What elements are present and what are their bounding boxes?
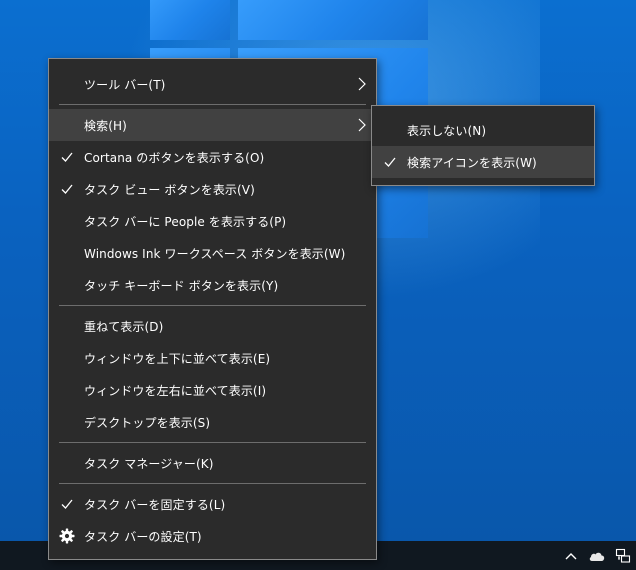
chevron-up-icon[interactable]: [562, 547, 580, 565]
checkmark-icon: [61, 499, 73, 509]
menu-item-stack-windows[interactable]: ウィンドウを上下に並べて表示(E): [49, 342, 376, 374]
menu-item-label: Cortana のボタンを表示する(O): [84, 150, 265, 165]
gear-icon: [59, 528, 75, 544]
windows-logo-pane-top-left: [150, 0, 230, 40]
menu-item-label: タスク ビュー ボタンを表示(V): [84, 182, 255, 197]
menu-item-task-manager[interactable]: タスク マネージャー(K): [49, 447, 376, 479]
checkmark-icon: [384, 157, 396, 167]
menu-item-show-people[interactable]: タスク バーに People を表示する(P): [49, 205, 376, 237]
menu-item-label: ウィンドウを上下に並べて表示(E): [84, 351, 271, 366]
menu-item-side-by-side-windows[interactable]: ウィンドウを左右に並べて表示(I): [49, 374, 376, 406]
menu-item-search-hidden[interactable]: 表示しない(N): [372, 114, 594, 146]
checkmark-icon: [61, 184, 73, 194]
menu-item-label: 検索(H): [84, 118, 127, 133]
menu-item-show-touch-keyboard-button[interactable]: タッチ キーボード ボタンを表示(Y): [49, 269, 376, 301]
checkmark-icon: [61, 152, 73, 162]
onedrive-cloud-icon[interactable]: [588, 547, 606, 565]
system-tray: [562, 541, 632, 570]
network-icon[interactable]: [614, 547, 632, 565]
menu-item-label: 表示しない(N): [407, 123, 487, 138]
menu-item-label: デスクトップを表示(S): [84, 415, 211, 430]
menu-item-taskbar-settings[interactable]: タスク バーの設定(T): [49, 520, 376, 552]
taskbar-context-menu: ツール バー(T) 検索(H) Cortana のボタンを表示する(O) タスク…: [48, 58, 377, 560]
search-submenu: 表示しない(N) 検索アイコンを表示(W): [371, 105, 595, 186]
menu-item-label: タスク バーの設定(T): [84, 529, 202, 544]
menu-item-label: Windows Ink ワークスペース ボタンを表示(W): [84, 246, 346, 261]
menu-item-label: タスク バーに People を表示する(P): [84, 214, 287, 229]
menu-separator: [59, 305, 366, 306]
menu-item-lock-taskbar[interactable]: タスク バーを固定する(L): [49, 488, 376, 520]
menu-item-label: ツール バー(T): [84, 77, 166, 92]
menu-item-show-search-icon[interactable]: 検索アイコンを表示(W): [372, 146, 594, 178]
menu-separator: [59, 483, 366, 484]
chevron-right-icon: [358, 77, 366, 91]
menu-item-label: タッチ キーボード ボタンを表示(Y): [84, 278, 279, 293]
menu-separator: [59, 104, 366, 105]
menu-item-search[interactable]: 検索(H): [49, 109, 376, 141]
menu-item-show-desktop[interactable]: デスクトップを表示(S): [49, 406, 376, 438]
menu-item-show-cortana-button[interactable]: Cortana のボタンを表示する(O): [49, 141, 376, 173]
menu-item-cascade-windows[interactable]: 重ねて表示(D): [49, 310, 376, 342]
windows-logo-pane-top-right: [238, 0, 428, 40]
menu-item-label: タスク バーを固定する(L): [84, 497, 226, 512]
menu-item-label: 重ねて表示(D): [84, 319, 164, 334]
menu-item-label: 検索アイコンを表示(W): [407, 155, 537, 170]
chevron-right-icon: [358, 118, 366, 132]
menu-item-label: ウィンドウを左右に並べて表示(I): [84, 383, 267, 398]
menu-item-show-task-view-button[interactable]: タスク ビュー ボタンを表示(V): [49, 173, 376, 205]
menu-separator: [59, 442, 366, 443]
menu-item-toolbars[interactable]: ツール バー(T): [49, 68, 376, 100]
menu-item-show-windows-ink-button[interactable]: Windows Ink ワークスペース ボタンを表示(W): [49, 237, 376, 269]
menu-item-label: タスク マネージャー(K): [84, 456, 214, 471]
